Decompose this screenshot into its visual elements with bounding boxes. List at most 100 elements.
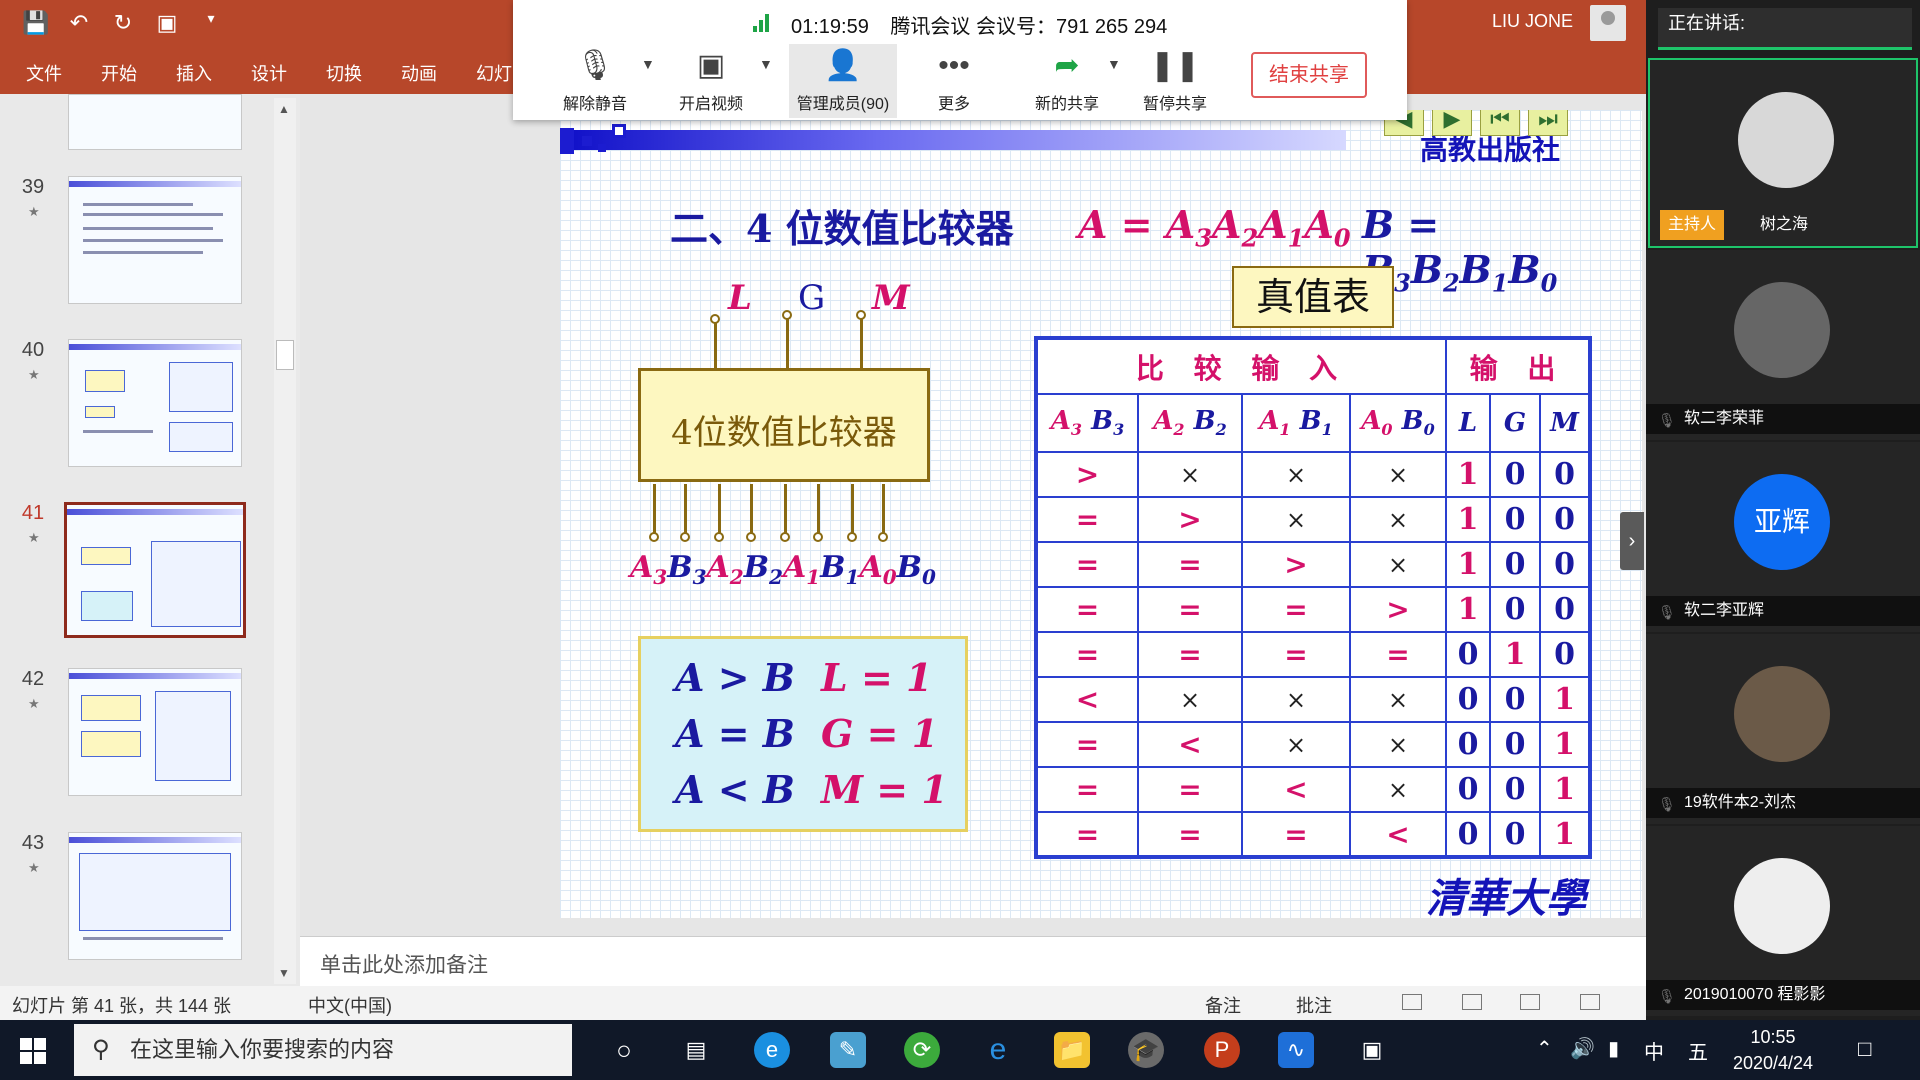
pin-line: [653, 484, 656, 534]
notes-toggle[interactable]: 备注: [1205, 992, 1241, 1018]
notes-placeholder[interactable]: 单击此处添加备注: [320, 949, 488, 979]
slideshow-view-icon[interactable]: [1580, 994, 1600, 1010]
scroll-down-icon[interactable]: ▼: [278, 966, 290, 980]
redo-icon[interactable]: ↻: [110, 10, 136, 36]
battery-icon[interactable]: ▮: [1608, 1036, 1619, 1061]
new-share-button[interactable]: ➦ 新的共享: [1017, 44, 1117, 118]
green-app-icon[interactable]: ⟳: [904, 1032, 940, 1068]
thumbnail-42[interactable]: 42 ★: [0, 668, 280, 808]
input-labels: A3B3A2B2A1B1A0B0: [630, 550, 936, 589]
language-indicator[interactable]: 中文(中国): [308, 992, 392, 1018]
table-cell: =: [1035, 496, 1139, 543]
slide-thumbnail-image-selected[interactable]: [64, 502, 246, 638]
slide-thumbnail-image[interactable]: [68, 339, 242, 467]
tray-expand-icon[interactable]: ⌃: [1536, 1036, 1553, 1061]
first-slide-icon[interactable]: ⏮: [1480, 110, 1520, 136]
start-video-button[interactable]: ▣ 开启视频: [661, 44, 761, 118]
participant-tile[interactable]: 🎙 软二李荣菲: [1646, 250, 1920, 440]
account-avatar[interactable]: [1590, 5, 1626, 41]
sorter-view-icon[interactable]: [1462, 994, 1482, 1010]
tab-animations[interactable]: 动画: [401, 60, 476, 86]
slide-thumbnail-partial[interactable]: [68, 94, 242, 150]
save-icon[interactable]: 💾: [22, 10, 49, 36]
thumbnail-scrollbar[interactable]: ▲ ▼: [274, 98, 296, 984]
last-slide-icon[interactable]: ⏭: [1528, 110, 1568, 136]
slide-thumbnail-image[interactable]: [68, 832, 242, 960]
end-share-button[interactable]: 结束共享: [1251, 52, 1367, 98]
file-explorer-icon[interactable]: 📁: [1054, 1032, 1090, 1068]
ie-browser-icon[interactable]: e: [980, 1032, 1016, 1068]
current-slide[interactable]: 高教出版社 ◀ ▶ ⏮ ⏭ 二、4 位数值比较器 A = A3A2A1A0 B …: [560, 110, 1642, 918]
table-cell: =: [1137, 631, 1243, 678]
thumbnail-39[interactable]: 39 ★: [0, 176, 280, 316]
table-cell: =: [1241, 631, 1351, 678]
pause-share-button[interactable]: ❚❚ 暂停共享: [1125, 44, 1225, 118]
participant-tile[interactable]: 🎙 2019010070 程影影: [1646, 826, 1920, 1016]
search-icon: ⚲: [92, 1036, 110, 1063]
next-slide-chevron-icon[interactable]: ›: [1620, 512, 1644, 570]
notes-pane[interactable]: 单击此处添加备注: [300, 936, 1646, 986]
taskbar-search-box[interactable]: ⚲ 在这里输入你要搜索的内容: [74, 1024, 572, 1076]
participant-panel: 正在讲话: 主持人 树之海 🎙 软二李荣菲 亚辉 🎙 软二李亚辉 🎙 19软件本…: [1646, 0, 1920, 1020]
participant-tile[interactable]: 🎙 19软件本2-刘杰: [1646, 634, 1920, 824]
table-cell: =: [1035, 631, 1139, 678]
share-options-chevron-icon[interactable]: ▼: [1107, 56, 1121, 72]
undo-icon[interactable]: ↶: [66, 10, 92, 36]
quick-access-toolbar: 💾 ↶ ↻ ▣ ▾: [22, 10, 224, 36]
condition-row: A > BL = 1: [675, 655, 933, 700]
table-cell: 1: [1539, 721, 1591, 768]
tab-insert[interactable]: 插入: [176, 60, 251, 86]
tencent-meeting-icon[interactable]: ∿: [1278, 1032, 1314, 1068]
comments-toggle[interactable]: 批注: [1296, 992, 1332, 1018]
title-band: [566, 130, 1346, 150]
thumbnail-43[interactable]: 43 ★: [0, 832, 280, 972]
windows-start-icon[interactable]: [20, 1038, 46, 1064]
task-view-icon[interactable]: ▤: [678, 1032, 714, 1068]
tab-design[interactable]: 设计: [251, 60, 326, 86]
signal-icon: [753, 12, 773, 32]
table-cell: <: [1137, 721, 1243, 768]
ime-mode-indicator[interactable]: 五: [1688, 1036, 1708, 1065]
slide-thumbnail-image[interactable]: [68, 668, 242, 796]
volume-icon[interactable]: 🔊: [1570, 1036, 1595, 1061]
edge-browser-icon[interactable]: e: [754, 1032, 790, 1068]
slide-counter: 幻灯片 第 41 张，共 144 张: [12, 996, 232, 1016]
ime-language-indicator[interactable]: 中: [1644, 1036, 1664, 1065]
video-options-chevron-icon[interactable]: ▼: [759, 56, 773, 72]
thumbnail-40[interactable]: 40 ★: [0, 339, 280, 479]
thumbnail-41[interactable]: 41 ★: [0, 502, 280, 642]
unmute-button[interactable]: 🎙 解除静音: [545, 44, 645, 118]
reading-view-icon[interactable]: [1520, 994, 1540, 1010]
next-slide-icon[interactable]: ▶: [1432, 110, 1472, 136]
tab-file[interactable]: 文件: [26, 60, 101, 86]
truth-table: 比 较 输 入 输 出 A3 B3 A2 B2 A1 B1 A0 B0 L G M > × × ×…: [1034, 336, 1592, 859]
tab-transitions[interactable]: 切换: [326, 60, 401, 86]
system-clock[interactable]: 10:55 2020/4/24: [1728, 1024, 1818, 1076]
participant-tile[interactable]: 主持人 树之海: [1648, 58, 1918, 248]
more-button[interactable]: ••• 更多: [909, 44, 999, 118]
graduation-app-icon[interactable]: 🎓: [1128, 1032, 1164, 1068]
customize-qat-icon[interactable]: ▾: [198, 10, 224, 36]
normal-view-icon[interactable]: [1402, 994, 1422, 1010]
table-cell: 0: [1489, 586, 1541, 633]
notepad-app-icon[interactable]: ✎: [830, 1032, 866, 1068]
camera-app-icon[interactable]: ▣: [1354, 1032, 1390, 1068]
table-row: = = < × 0 0 1: [1035, 766, 1591, 813]
table-cell: <: [1035, 676, 1139, 723]
table-cell: =: [1035, 721, 1139, 768]
participant-tile[interactable]: 亚辉 🎙 软二李亚辉: [1646, 442, 1920, 632]
manage-members-button[interactable]: 👤 管理成员(90): [789, 44, 897, 118]
scroll-up-icon[interactable]: ▲: [278, 102, 290, 116]
notification-icon[interactable]: □: [1858, 1036, 1871, 1062]
slide-thumbnail-image[interactable]: [68, 176, 242, 304]
account-name[interactable]: LIU JONE: [1492, 11, 1573, 32]
pin-dot: [878, 532, 888, 542]
table-cell: ×: [1349, 496, 1447, 543]
cortana-icon[interactable]: ○: [606, 1032, 642, 1068]
participant-name: 19软件本2-刘杰: [1646, 788, 1920, 818]
audio-options-chevron-icon[interactable]: ▼: [641, 56, 655, 72]
scroll-thumb[interactable]: [276, 340, 294, 370]
present-icon[interactable]: ▣: [154, 10, 180, 36]
powerpoint-icon[interactable]: P: [1204, 1032, 1240, 1068]
tab-home[interactable]: 开始: [101, 60, 176, 86]
